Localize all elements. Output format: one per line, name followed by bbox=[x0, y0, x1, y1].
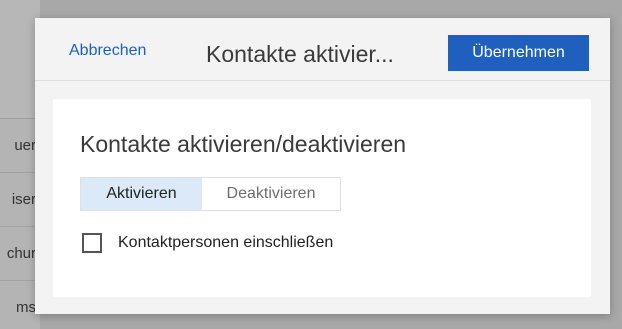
include-contacts-option[interactable]: Kontaktpersonen einschließen bbox=[82, 233, 333, 253]
dialog-title: Kontakte aktivier... bbox=[206, 41, 394, 67]
deactivate-option[interactable]: Deaktivieren bbox=[202, 178, 340, 210]
cancel-button[interactable]: Abbrechen bbox=[69, 42, 146, 60]
dialog-content: Kontakte aktivieren/deaktivieren Aktivie… bbox=[53, 99, 591, 297]
apply-button[interactable]: Übernehmen bbox=[448, 35, 589, 71]
section-heading: Kontakte aktivieren/deaktivieren bbox=[80, 131, 407, 157]
list-item-label: ms bbox=[16, 299, 36, 316]
list-item: chur bbox=[0, 226, 40, 280]
include-contacts-checkbox[interactable] bbox=[82, 233, 102, 253]
list-item-label: chur bbox=[6, 245, 36, 262]
list-item-label: iser bbox=[11, 191, 36, 208]
list-item: uer bbox=[0, 118, 40, 172]
background-list-header bbox=[0, 0, 40, 118]
background-list: me uer iser chur ms bbox=[0, 0, 40, 329]
list-item: ms bbox=[0, 280, 40, 329]
activate-option[interactable]: Aktivieren bbox=[81, 178, 202, 210]
activation-toggle: Aktivieren Deaktivieren bbox=[80, 177, 341, 211]
list-item: iser bbox=[0, 172, 40, 226]
list-item-label: uer bbox=[14, 137, 36, 154]
dialog-topbar: Abbrechen Kontakte aktivier... Übernehme… bbox=[35, 18, 610, 81]
activate-contacts-dialog: Abbrechen Kontakte aktivier... Übernehme… bbox=[35, 18, 610, 314]
include-contacts-label: Kontaktpersonen einschließen bbox=[118, 234, 334, 251]
